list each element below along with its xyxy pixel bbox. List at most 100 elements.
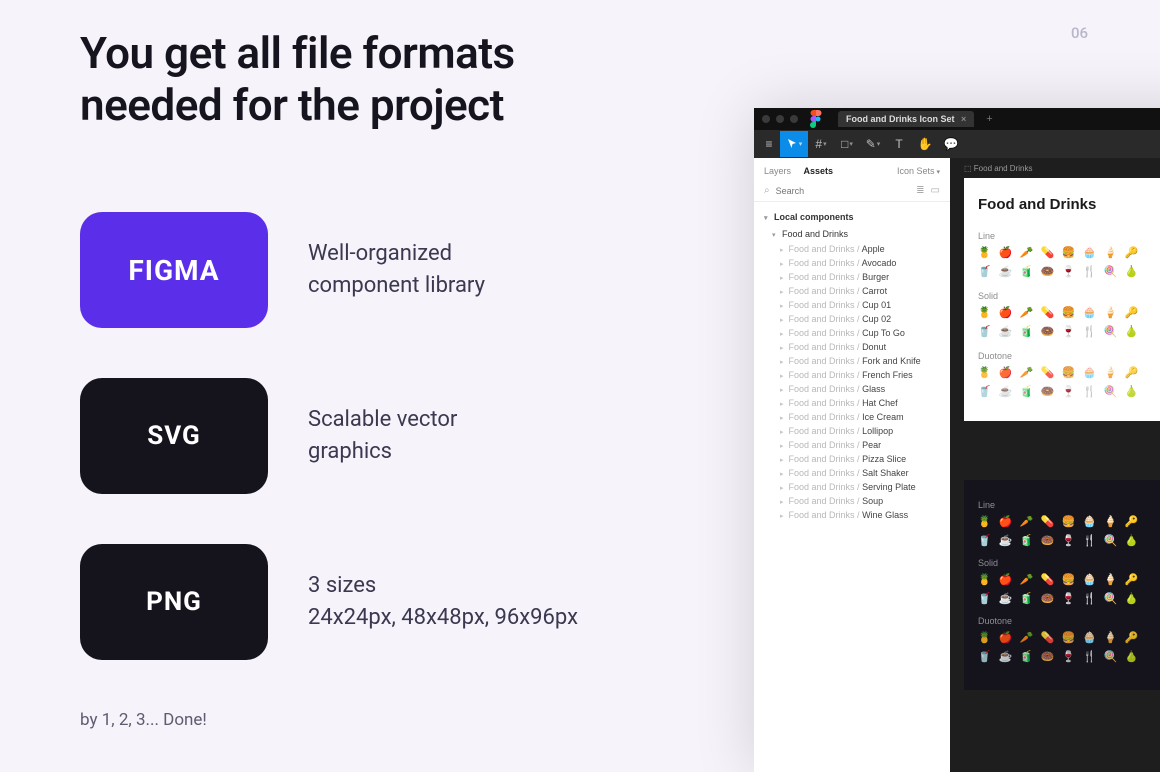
food-icon: 🍔 — [1062, 574, 1075, 587]
food-icon: 🍔 — [1062, 307, 1075, 320]
hand-tool[interactable]: ✋ — [912, 131, 938, 157]
food-icon: ☕ — [999, 593, 1012, 606]
food-icon: 🔑 — [1125, 574, 1138, 587]
frame-label[interactable]: Food and Drinks — [950, 158, 1160, 173]
svg-badge: SVG — [80, 378, 268, 494]
local-components-group[interactable]: ▾Local components — [764, 208, 950, 226]
food-icon: 🍍 — [978, 574, 991, 587]
asset-item[interactable]: ▸Food and Drinks / French Fries — [764, 368, 950, 382]
search-input[interactable] — [776, 186, 911, 196]
search-row: ⌕ ≣ ▭ — [754, 180, 950, 202]
layers-tab[interactable]: Layers — [764, 166, 791, 176]
assets-tab[interactable]: Assets — [804, 166, 834, 176]
food-icon: 🔑 — [1125, 632, 1138, 645]
asset-item[interactable]: ▸Food and Drinks / Cup 01 — [764, 298, 950, 312]
icon-row: 🍍🍎🥕💊🍔🧁🍦🔑 — [978, 307, 1160, 320]
asset-item[interactable]: ▸Food and Drinks / Burger — [764, 270, 950, 284]
food-icon: 💊 — [1041, 367, 1054, 380]
shape-tool[interactable]: □▾ — [834, 131, 860, 157]
figma-badge: FIGMA — [80, 212, 268, 328]
food-icon: 🍩 — [1041, 386, 1054, 399]
food-icon: 🥕 — [1020, 632, 1033, 645]
food-icon: 🧁 — [1083, 367, 1096, 380]
menu-icon[interactable]: ≡ — [758, 131, 780, 157]
asset-item[interactable]: ▸Food and Drinks / Apple — [764, 242, 950, 256]
asset-item[interactable]: ▸Food and Drinks / Wine Glass — [764, 508, 950, 522]
food-icon: 🍩 — [1041, 326, 1054, 339]
icon-row: 🍍🍎🥕💊🍔🧁🍦🔑 — [978, 247, 1160, 260]
food-icon: 🍴 — [1083, 593, 1096, 606]
new-tab-button[interactable]: + — [986, 113, 992, 125]
asset-item[interactable]: ▸Food and Drinks / Carrot — [764, 284, 950, 298]
food-icon: 🥕 — [1020, 516, 1033, 529]
food-icon: 🧁 — [1083, 574, 1096, 587]
text-tool[interactable]: T — [886, 131, 912, 157]
asset-item[interactable]: ▸Food and Drinks / Cup To Go — [764, 326, 950, 340]
close-icon[interactable]: × — [961, 114, 966, 124]
asset-item[interactable]: ▸Food and Drinks / Pear — [764, 438, 950, 452]
list-view-icon[interactable]: ≣ — [916, 185, 924, 196]
food-icon: 🔑 — [1125, 367, 1138, 380]
food-icon: 🍍 — [978, 367, 991, 380]
asset-item[interactable]: ▸Food and Drinks / Fork and Knife — [764, 354, 950, 368]
food-icon: 🍷 — [1062, 386, 1075, 399]
format-row-png: PNG 3 sizes 24x24px, 48x48px, 96x96px — [80, 544, 640, 660]
food-icon: 🍷 — [1062, 593, 1075, 606]
assets-tree: ▾Local components ▾Food and Drinks ▸Food… — [754, 202, 950, 522]
food-icon: 🍐 — [1125, 326, 1138, 339]
food-icon: 🍎 — [999, 516, 1012, 529]
food-icon: 🍔 — [1062, 516, 1075, 529]
icon-row: 🍍🍎🥕💊🍔🧁🍦🔑 — [978, 367, 1160, 380]
asset-item[interactable]: ▸Food and Drinks / Cup 02 — [764, 312, 950, 326]
food-icon: 💊 — [1041, 247, 1054, 260]
format-row-svg: SVG Scalable vector graphics — [80, 378, 640, 494]
asset-item[interactable]: ▸Food and Drinks / Ice Cream — [764, 410, 950, 424]
food-icon: 🍦 — [1104, 574, 1117, 587]
page-select[interactable]: Icon Sets▾ — [897, 166, 940, 176]
file-tab[interactable]: Food and Drinks Icon Set × — [838, 111, 974, 127]
food-icon: 🍍 — [978, 516, 991, 529]
food-icon: 🍩 — [1041, 593, 1054, 606]
food-icon: 🍩 — [1041, 535, 1054, 548]
canvas[interactable]: Food and Drinks Food and Drinks Line 🍍🍎🥕… — [950, 158, 1160, 772]
asset-item[interactable]: ▸Food and Drinks / Donut — [764, 340, 950, 354]
headline: You get all file formats needed for the … — [80, 28, 515, 132]
asset-item[interactable]: ▸Food and Drinks / Hat Chef — [764, 396, 950, 410]
main-group[interactable]: ▾Food and Drinks — [764, 226, 950, 242]
headline-line-1: You get all file formats — [80, 27, 515, 79]
asset-item[interactable]: ▸Food and Drinks / Avocado — [764, 256, 950, 270]
frame-tool[interactable]: #▾ — [808, 131, 834, 157]
format-row-figma: FIGMA Well-organized component library — [80, 212, 640, 328]
food-icon: ☕ — [999, 266, 1012, 279]
icon-row: 🥤☕🧃🍩🍷🍴🍭🍐 — [978, 593, 1160, 606]
food-icon: 🍎 — [999, 632, 1012, 645]
pen-tool[interactable]: ✎▾ — [860, 131, 886, 157]
food-icon: 💊 — [1041, 307, 1054, 320]
food-icon: 🍭 — [1104, 593, 1117, 606]
artboard-title: Food and Drinks — [978, 196, 1160, 213]
comment-tool[interactable]: 💬 — [938, 131, 964, 157]
byline: by 1, 2, 3... Done! — [80, 710, 207, 730]
asset-item[interactable]: ▸Food and Drinks / Salt Shaker — [764, 466, 950, 480]
asset-item[interactable]: ▸Food and Drinks / Soup — [764, 494, 950, 508]
library-icon[interactable]: ▭ — [931, 185, 940, 196]
food-icon: 🍔 — [1062, 632, 1075, 645]
artboard-light: Food and Drinks Line 🍍🍎🥕💊🍔🧁🍦🔑 🥤☕🧃🍩🍷🍴🍭🍐 S… — [964, 178, 1160, 421]
move-tool[interactable]: ▾ — [780, 131, 808, 157]
food-icon: 🥕 — [1020, 574, 1033, 587]
food-icon: 🍦 — [1104, 516, 1117, 529]
food-icon: 🍦 — [1104, 632, 1117, 645]
asset-item[interactable]: ▸Food and Drinks / Serving Plate — [764, 480, 950, 494]
titlebar: Food and Drinks Icon Set × + — [754, 108, 1160, 130]
food-icon: 🍦 — [1104, 247, 1117, 260]
search-icon: ⌕ — [764, 185, 770, 196]
asset-item[interactable]: ▸Food and Drinks / Pizza Slice — [764, 452, 950, 466]
asset-item[interactable]: ▸Food and Drinks / Glass — [764, 382, 950, 396]
food-icon: 🥤 — [978, 593, 991, 606]
headline-line-2: needed for the project — [80, 79, 504, 131]
asset-item[interactable]: ▸Food and Drinks / Lollipop — [764, 424, 950, 438]
food-icon: ☕ — [999, 651, 1012, 664]
food-icon: 🍩 — [1041, 651, 1054, 664]
food-icon: 🥤 — [978, 535, 991, 548]
figma-screenshot: Food and Drinks Icon Set × + ≡ ▾ #▾ □▾ ✎… — [754, 108, 1160, 772]
